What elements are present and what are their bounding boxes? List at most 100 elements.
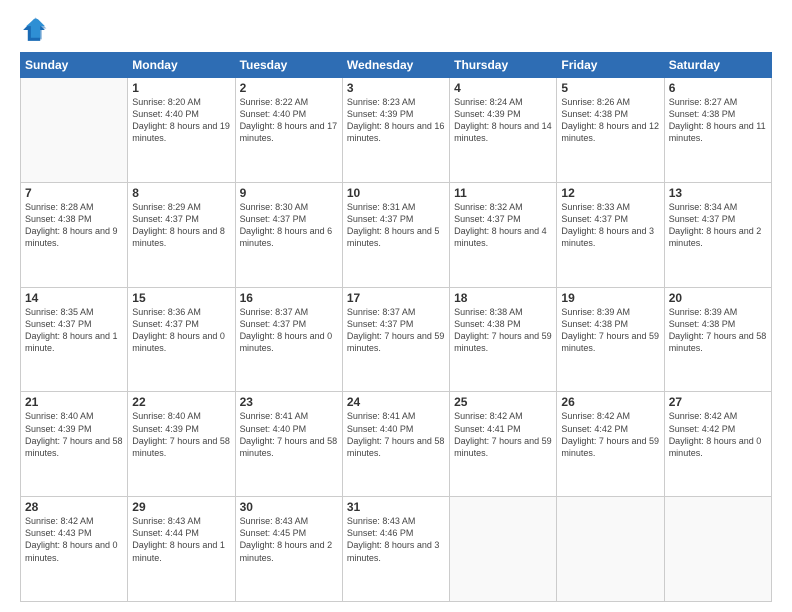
day-info: Sunrise: 8:42 AM Sunset: 4:43 PM Dayligh…	[25, 515, 123, 564]
calendar-cell: 12Sunrise: 8:33 AM Sunset: 4:37 PM Dayli…	[557, 182, 664, 287]
day-number: 1	[132, 81, 230, 95]
calendar-cell	[21, 78, 128, 183]
day-number: 19	[561, 291, 659, 305]
day-number: 16	[240, 291, 338, 305]
calendar-cell: 18Sunrise: 8:38 AM Sunset: 4:38 PM Dayli…	[450, 287, 557, 392]
calendar-cell: 28Sunrise: 8:42 AM Sunset: 4:43 PM Dayli…	[21, 497, 128, 602]
calendar-cell: 31Sunrise: 8:43 AM Sunset: 4:46 PM Dayli…	[342, 497, 449, 602]
day-info: Sunrise: 8:38 AM Sunset: 4:38 PM Dayligh…	[454, 306, 552, 355]
calendar-cell: 4Sunrise: 8:24 AM Sunset: 4:39 PM Daylig…	[450, 78, 557, 183]
calendar-cell: 26Sunrise: 8:42 AM Sunset: 4:42 PM Dayli…	[557, 392, 664, 497]
day-info: Sunrise: 8:43 AM Sunset: 4:46 PM Dayligh…	[347, 515, 445, 564]
header	[20, 16, 772, 44]
day-info: Sunrise: 8:41 AM Sunset: 4:40 PM Dayligh…	[347, 410, 445, 459]
day-info: Sunrise: 8:24 AM Sunset: 4:39 PM Dayligh…	[454, 96, 552, 145]
day-info: Sunrise: 8:37 AM Sunset: 4:37 PM Dayligh…	[240, 306, 338, 355]
day-number: 27	[669, 395, 767, 409]
calendar-cell: 1Sunrise: 8:20 AM Sunset: 4:40 PM Daylig…	[128, 78, 235, 183]
weekday-header: Saturday	[664, 53, 771, 78]
calendar-cell: 13Sunrise: 8:34 AM Sunset: 4:37 PM Dayli…	[664, 182, 771, 287]
day-info: Sunrise: 8:30 AM Sunset: 4:37 PM Dayligh…	[240, 201, 338, 250]
day-number: 6	[669, 81, 767, 95]
calendar-cell	[450, 497, 557, 602]
calendar-cell: 21Sunrise: 8:40 AM Sunset: 4:39 PM Dayli…	[21, 392, 128, 497]
day-number: 20	[669, 291, 767, 305]
calendar-cell: 29Sunrise: 8:43 AM Sunset: 4:44 PM Dayli…	[128, 497, 235, 602]
day-number: 9	[240, 186, 338, 200]
day-number: 25	[454, 395, 552, 409]
day-info: Sunrise: 8:39 AM Sunset: 4:38 PM Dayligh…	[669, 306, 767, 355]
day-info: Sunrise: 8:42 AM Sunset: 4:41 PM Dayligh…	[454, 410, 552, 459]
calendar-cell: 25Sunrise: 8:42 AM Sunset: 4:41 PM Dayli…	[450, 392, 557, 497]
day-number: 22	[132, 395, 230, 409]
weekday-header: Sunday	[21, 53, 128, 78]
day-info: Sunrise: 8:28 AM Sunset: 4:38 PM Dayligh…	[25, 201, 123, 250]
calendar-cell: 10Sunrise: 8:31 AM Sunset: 4:37 PM Dayli…	[342, 182, 449, 287]
weekday-header: Tuesday	[235, 53, 342, 78]
weekday-header: Thursday	[450, 53, 557, 78]
day-number: 31	[347, 500, 445, 514]
day-number: 3	[347, 81, 445, 95]
calendar-cell: 27Sunrise: 8:42 AM Sunset: 4:42 PM Dayli…	[664, 392, 771, 497]
day-number: 10	[347, 186, 445, 200]
calendar-cell: 5Sunrise: 8:26 AM Sunset: 4:38 PM Daylig…	[557, 78, 664, 183]
day-number: 21	[25, 395, 123, 409]
day-info: Sunrise: 8:42 AM Sunset: 4:42 PM Dayligh…	[561, 410, 659, 459]
day-info: Sunrise: 8:35 AM Sunset: 4:37 PM Dayligh…	[25, 306, 123, 355]
calendar-cell: 20Sunrise: 8:39 AM Sunset: 4:38 PM Dayli…	[664, 287, 771, 392]
calendar-cell: 22Sunrise: 8:40 AM Sunset: 4:39 PM Dayli…	[128, 392, 235, 497]
calendar-cell: 17Sunrise: 8:37 AM Sunset: 4:37 PM Dayli…	[342, 287, 449, 392]
day-info: Sunrise: 8:36 AM Sunset: 4:37 PM Dayligh…	[132, 306, 230, 355]
calendar-cell: 9Sunrise: 8:30 AM Sunset: 4:37 PM Daylig…	[235, 182, 342, 287]
day-info: Sunrise: 8:42 AM Sunset: 4:42 PM Dayligh…	[669, 410, 767, 459]
calendar-cell: 30Sunrise: 8:43 AM Sunset: 4:45 PM Dayli…	[235, 497, 342, 602]
day-info: Sunrise: 8:33 AM Sunset: 4:37 PM Dayligh…	[561, 201, 659, 250]
day-number: 15	[132, 291, 230, 305]
calendar-week-row: 1Sunrise: 8:20 AM Sunset: 4:40 PM Daylig…	[21, 78, 772, 183]
day-info: Sunrise: 8:32 AM Sunset: 4:37 PM Dayligh…	[454, 201, 552, 250]
calendar-cell: 19Sunrise: 8:39 AM Sunset: 4:38 PM Dayli…	[557, 287, 664, 392]
calendar-cell: 3Sunrise: 8:23 AM Sunset: 4:39 PM Daylig…	[342, 78, 449, 183]
day-info: Sunrise: 8:37 AM Sunset: 4:37 PM Dayligh…	[347, 306, 445, 355]
day-number: 26	[561, 395, 659, 409]
calendar-week-row: 7Sunrise: 8:28 AM Sunset: 4:38 PM Daylig…	[21, 182, 772, 287]
day-number: 5	[561, 81, 659, 95]
day-number: 24	[347, 395, 445, 409]
day-info: Sunrise: 8:40 AM Sunset: 4:39 PM Dayligh…	[132, 410, 230, 459]
day-info: Sunrise: 8:34 AM Sunset: 4:37 PM Dayligh…	[669, 201, 767, 250]
day-number: 29	[132, 500, 230, 514]
calendar-cell: 6Sunrise: 8:27 AM Sunset: 4:38 PM Daylig…	[664, 78, 771, 183]
day-number: 7	[25, 186, 123, 200]
day-info: Sunrise: 8:41 AM Sunset: 4:40 PM Dayligh…	[240, 410, 338, 459]
day-number: 14	[25, 291, 123, 305]
weekday-header: Friday	[557, 53, 664, 78]
calendar-cell: 8Sunrise: 8:29 AM Sunset: 4:37 PM Daylig…	[128, 182, 235, 287]
calendar-cell: 15Sunrise: 8:36 AM Sunset: 4:37 PM Dayli…	[128, 287, 235, 392]
day-number: 4	[454, 81, 552, 95]
calendar-cell: 14Sunrise: 8:35 AM Sunset: 4:37 PM Dayli…	[21, 287, 128, 392]
day-number: 12	[561, 186, 659, 200]
calendar-cell: 7Sunrise: 8:28 AM Sunset: 4:38 PM Daylig…	[21, 182, 128, 287]
calendar-cell: 24Sunrise: 8:41 AM Sunset: 4:40 PM Dayli…	[342, 392, 449, 497]
day-number: 28	[25, 500, 123, 514]
day-number: 13	[669, 186, 767, 200]
day-number: 17	[347, 291, 445, 305]
day-info: Sunrise: 8:20 AM Sunset: 4:40 PM Dayligh…	[132, 96, 230, 145]
calendar-table: SundayMondayTuesdayWednesdayThursdayFrid…	[20, 52, 772, 602]
day-info: Sunrise: 8:23 AM Sunset: 4:39 PM Dayligh…	[347, 96, 445, 145]
calendar-cell: 23Sunrise: 8:41 AM Sunset: 4:40 PM Dayli…	[235, 392, 342, 497]
day-info: Sunrise: 8:43 AM Sunset: 4:45 PM Dayligh…	[240, 515, 338, 564]
day-info: Sunrise: 8:40 AM Sunset: 4:39 PM Dayligh…	[25, 410, 123, 459]
logo	[20, 16, 52, 44]
day-info: Sunrise: 8:39 AM Sunset: 4:38 PM Dayligh…	[561, 306, 659, 355]
page: SundayMondayTuesdayWednesdayThursdayFrid…	[0, 0, 792, 612]
logo-icon	[20, 16, 48, 44]
day-info: Sunrise: 8:31 AM Sunset: 4:37 PM Dayligh…	[347, 201, 445, 250]
calendar-week-row: 14Sunrise: 8:35 AM Sunset: 4:37 PM Dayli…	[21, 287, 772, 392]
day-number: 11	[454, 186, 552, 200]
day-number: 30	[240, 500, 338, 514]
day-number: 18	[454, 291, 552, 305]
day-number: 23	[240, 395, 338, 409]
calendar-cell: 2Sunrise: 8:22 AM Sunset: 4:40 PM Daylig…	[235, 78, 342, 183]
day-info: Sunrise: 8:26 AM Sunset: 4:38 PM Dayligh…	[561, 96, 659, 145]
